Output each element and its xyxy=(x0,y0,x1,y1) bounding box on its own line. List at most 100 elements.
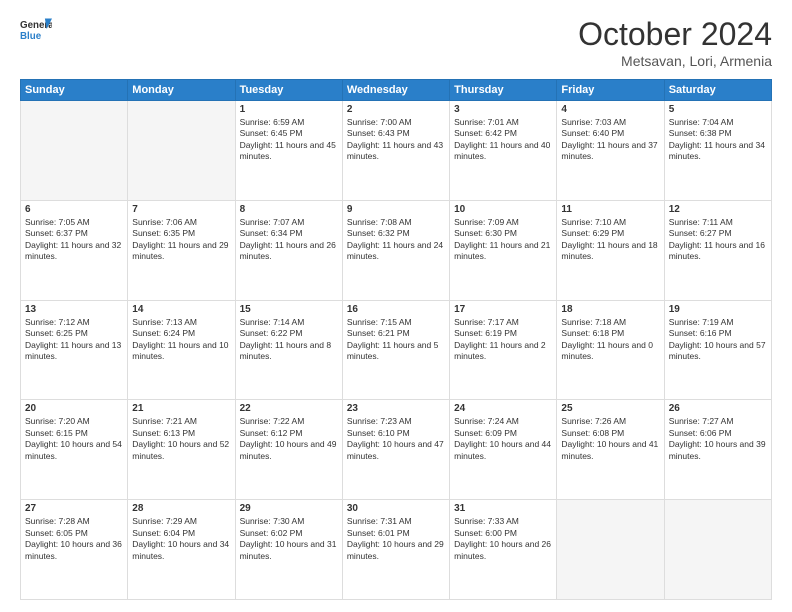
day-number: 18 xyxy=(561,304,659,315)
day-number: 19 xyxy=(669,304,767,315)
day-detail: Sunrise: 7:13 AM Sunset: 6:24 PM Dayligh… xyxy=(132,317,230,363)
day-number: 2 xyxy=(347,104,445,115)
day-number: 15 xyxy=(240,304,338,315)
table-row xyxy=(21,101,128,201)
title-location: Metsavan, Lori, Armenia xyxy=(578,53,772,69)
calendar-week-row: 27Sunrise: 7:28 AM Sunset: 6:05 PM Dayli… xyxy=(21,500,772,600)
table-row: 13 Sunrise: 7:12 AM Sunset: 6:25 PM Dayli… xyxy=(21,300,128,400)
day-number: 11 xyxy=(561,204,659,215)
table-row: 18 Sunrise: 7:18 AM Sunset: 6:18 PM Dayli… xyxy=(557,300,664,400)
table-row: 12Sunrise: 7:11 AM Sunset: 6:27 PM Dayli… xyxy=(664,200,771,300)
day-detail: Sunrise: 6:59 AM Sunset: 6:45 PM Dayligh… xyxy=(240,117,338,163)
table-row: 2 Sunrise: 7:00 AM Sunset: 6:43 PM Daylig… xyxy=(342,101,449,201)
table-row: 16 Sunrise: 7:15 AM Sunset: 6:21 PM Dayli… xyxy=(342,300,449,400)
day-number: 8 xyxy=(240,204,338,215)
title-month: October 2024 xyxy=(578,16,772,53)
day-number: 7 xyxy=(132,204,230,215)
day-detail: Sunrise: 7:31 AM Sunset: 6:01 PM Dayligh… xyxy=(347,516,445,562)
day-number: 23 xyxy=(347,403,445,414)
col-sunday: Sunday xyxy=(21,80,128,101)
day-detail: Sunrise: 7:24 AM Sunset: 6:09 PM Dayligh… xyxy=(454,416,552,462)
calendar-header-row: Sunday Monday Tuesday Wednesday Thursday… xyxy=(21,80,772,101)
day-number: 29 xyxy=(240,503,338,514)
day-number: 31 xyxy=(454,503,552,514)
table-row: 15 Sunrise: 7:14 AM Sunset: 6:22 PM Dayli… xyxy=(235,300,342,400)
day-detail: Sunrise: 7:10 AM Sunset: 6:29 PM Dayligh… xyxy=(561,217,659,263)
table-row: 31 Sunrise: 7:33 AM Sunset: 6:00 PM Dayli… xyxy=(450,500,557,600)
table-row: 9Sunrise: 7:08 AM Sunset: 6:32 PM Daylig… xyxy=(342,200,449,300)
table-row: 22 Sunrise: 7:22 AM Sunset: 6:12 PM Dayli… xyxy=(235,400,342,500)
table-row: 6Sunrise: 7:05 AM Sunset: 6:37 PM Daylig… xyxy=(21,200,128,300)
table-row: 29 Sunrise: 7:30 AM Sunset: 6:02 PM Dayli… xyxy=(235,500,342,600)
day-detail: Sunrise: 7:33 AM Sunset: 6:00 PM Dayligh… xyxy=(454,516,552,562)
table-row: 5 Sunrise: 7:04 AM Sunset: 6:38 PM Daylig… xyxy=(664,101,771,201)
day-number: 24 xyxy=(454,403,552,414)
table-row: 8 Sunrise: 7:07 AM Sunset: 6:34 PM Daylig… xyxy=(235,200,342,300)
table-row: 10Sunrise: 7:09 AM Sunset: 6:30 PM Dayli… xyxy=(450,200,557,300)
day-detail: Sunrise: 7:01 AM Sunset: 6:42 PM Dayligh… xyxy=(454,117,552,163)
col-friday: Friday xyxy=(557,80,664,101)
day-number: 16 xyxy=(347,304,445,315)
table-row: 26Sunrise: 7:27 AM Sunset: 6:06 PM Dayli… xyxy=(664,400,771,500)
table-row: 30 Sunrise: 7:31 AM Sunset: 6:01 PM Dayli… xyxy=(342,500,449,600)
day-detail: Sunrise: 7:03 AM Sunset: 6:40 PM Dayligh… xyxy=(561,117,659,163)
day-detail: Sunrise: 7:04 AM Sunset: 6:38 PM Dayligh… xyxy=(669,117,767,163)
col-thursday: Thursday xyxy=(450,80,557,101)
day-number: 20 xyxy=(25,403,123,414)
col-tuesday: Tuesday xyxy=(235,80,342,101)
day-detail: Sunrise: 7:08 AM Sunset: 6:32 PM Dayligh… xyxy=(347,217,445,263)
table-row: 28 Sunrise: 7:29 AM Sunset: 6:04 PM Dayli… xyxy=(128,500,235,600)
col-monday: Monday xyxy=(128,80,235,101)
day-detail: Sunrise: 7:14 AM Sunset: 6:22 PM Dayligh… xyxy=(240,317,338,363)
day-number: 10 xyxy=(454,204,552,215)
title-block: October 2024 Metsavan, Lori, Armenia xyxy=(578,16,772,69)
day-number: 28 xyxy=(132,503,230,514)
day-detail: Sunrise: 7:18 AM Sunset: 6:18 PM Dayligh… xyxy=(561,317,659,363)
table-row: 14Sunrise: 7:13 AM Sunset: 6:24 PM Dayli… xyxy=(128,300,235,400)
day-detail: Sunrise: 7:00 AM Sunset: 6:43 PM Dayligh… xyxy=(347,117,445,163)
table-row: 24 Sunrise: 7:24 AM Sunset: 6:09 PM Dayli… xyxy=(450,400,557,500)
table-row: 20Sunrise: 7:20 AM Sunset: 6:15 PM Dayli… xyxy=(21,400,128,500)
table-row: 21Sunrise: 7:21 AM Sunset: 6:13 PM Dayli… xyxy=(128,400,235,500)
day-detail: Sunrise: 7:06 AM Sunset: 6:35 PM Dayligh… xyxy=(132,217,230,263)
table-row xyxy=(664,500,771,600)
calendar-week-row: 20Sunrise: 7:20 AM Sunset: 6:15 PM Dayli… xyxy=(21,400,772,500)
table-row: 1Sunrise: 6:59 AM Sunset: 6:45 PM Daylig… xyxy=(235,101,342,201)
day-detail: Sunrise: 7:21 AM Sunset: 6:13 PM Dayligh… xyxy=(132,416,230,462)
table-row xyxy=(128,101,235,201)
day-detail: Sunrise: 7:28 AM Sunset: 6:05 PM Dayligh… xyxy=(25,516,123,562)
day-number: 3 xyxy=(454,104,552,115)
day-number: 22 xyxy=(240,403,338,414)
day-number: 30 xyxy=(347,503,445,514)
calendar-table: Sunday Monday Tuesday Wednesday Thursday… xyxy=(20,79,772,600)
table-row: 19Sunrise: 7:19 AM Sunset: 6:16 PM Dayli… xyxy=(664,300,771,400)
day-detail: Sunrise: 7:29 AM Sunset: 6:04 PM Dayligh… xyxy=(132,516,230,562)
table-row: 7 Sunrise: 7:06 AM Sunset: 6:35 PM Daylig… xyxy=(128,200,235,300)
day-detail: Sunrise: 7:22 AM Sunset: 6:12 PM Dayligh… xyxy=(240,416,338,462)
header: General Blue October 2024 Metsavan, Lori… xyxy=(20,16,772,69)
svg-text:Blue: Blue xyxy=(20,31,42,42)
calendar-week-row: 1Sunrise: 6:59 AM Sunset: 6:45 PM Daylig… xyxy=(21,101,772,201)
day-detail: Sunrise: 7:15 AM Sunset: 6:21 PM Dayligh… xyxy=(347,317,445,363)
table-row: 27Sunrise: 7:28 AM Sunset: 6:05 PM Dayli… xyxy=(21,500,128,600)
day-detail: Sunrise: 7:23 AM Sunset: 6:10 PM Dayligh… xyxy=(347,416,445,462)
day-number: 5 xyxy=(669,104,767,115)
day-number: 17 xyxy=(454,304,552,315)
day-detail: Sunrise: 7:30 AM Sunset: 6:02 PM Dayligh… xyxy=(240,516,338,562)
logo: General Blue xyxy=(20,16,52,44)
day-detail: Sunrise: 7:17 AM Sunset: 6:19 PM Dayligh… xyxy=(454,317,552,363)
table-row xyxy=(557,500,664,600)
day-detail: Sunrise: 7:05 AM Sunset: 6:37 PM Dayligh… xyxy=(25,217,123,263)
day-detail: Sunrise: 7:12 AM Sunset: 6:25 PM Dayligh… xyxy=(25,317,123,363)
table-row: 11 Sunrise: 7:10 AM Sunset: 6:29 PM Dayli… xyxy=(557,200,664,300)
table-row: 17 Sunrise: 7:17 AM Sunset: 6:19 PM Dayli… xyxy=(450,300,557,400)
logo-icon: General Blue xyxy=(20,16,52,44)
day-detail: Sunrise: 7:11 AM Sunset: 6:27 PM Dayligh… xyxy=(669,217,767,263)
table-row: 25Sunrise: 7:26 AM Sunset: 6:08 PM Dayli… xyxy=(557,400,664,500)
day-number: 13 xyxy=(25,304,123,315)
table-row: 3 Sunrise: 7:01 AM Sunset: 6:42 PM Daylig… xyxy=(450,101,557,201)
table-row: 4Sunrise: 7:03 AM Sunset: 6:40 PM Daylig… xyxy=(557,101,664,201)
calendar-week-row: 13 Sunrise: 7:12 AM Sunset: 6:25 PM Dayli… xyxy=(21,300,772,400)
day-detail: Sunrise: 7:07 AM Sunset: 6:34 PM Dayligh… xyxy=(240,217,338,263)
day-detail: Sunrise: 7:26 AM Sunset: 6:08 PM Dayligh… xyxy=(561,416,659,462)
